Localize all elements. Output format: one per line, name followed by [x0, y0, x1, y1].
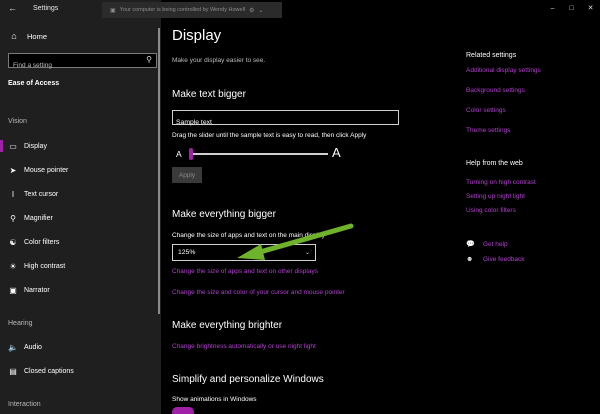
search-box[interactable]: ⚲: [8, 53, 157, 72]
main-content: Display Make your display easier to see.…: [161, 0, 600, 414]
sidebar-item-audio[interactable]: 🔈 Audio: [0, 338, 157, 356]
help-link[interactable]: Setting up night light: [466, 193, 525, 200]
sidebar-item-label: Audio: [24, 343, 42, 351]
page-subtitle: Make your display easier to see.: [172, 57, 266, 64]
sidebar-item-label: Display: [24, 142, 47, 150]
related-link[interactable]: Additional display settings: [466, 67, 541, 74]
sidebar-item-display[interactable]: ▭ Display: [0, 137, 157, 155]
color-filters-icon: ☯: [9, 237, 17, 247]
get-help-label: Get help: [483, 240, 508, 248]
sidebar-item-text-cursor[interactable]: I Text cursor: [0, 185, 157, 203]
everything-bigger-heading: Make everything bigger: [172, 209, 276, 220]
sidebar-item-label: Color filters: [24, 238, 60, 246]
closed-captions-icon: ▤: [9, 366, 17, 376]
back-arrow-icon[interactable]: ←: [8, 3, 17, 13]
slider-min-label: A: [176, 149, 182, 159]
sidebar-item-narrator[interactable]: ▣ Narrator: [0, 281, 157, 299]
sidebar-item-magnifier[interactable]: ⚲ Magnifier: [0, 209, 157, 227]
sidebar-item-label: Magnifier: [24, 214, 53, 222]
animations-label: Show animations in Windows: [172, 396, 257, 403]
chat-bubble-icon: 💬: [466, 241, 475, 248]
group-label-vision: Vision: [8, 118, 27, 125]
group-label-interaction: Interaction: [8, 401, 41, 408]
sidebar-item-color-filters[interactable]: ☯ Color filters: [0, 233, 157, 251]
brightness-link[interactable]: Change brightness automatically or use n…: [172, 343, 316, 350]
home-nav-item[interactable]: ⌂ Home: [8, 31, 47, 41]
help-link[interactable]: Turning on high contrast: [466, 179, 536, 186]
mouse-pointer-icon: ➤: [9, 165, 17, 175]
help-link[interactable]: Using color filters: [466, 207, 516, 214]
sidebar-item-label: High contrast: [24, 262, 66, 270]
slider-instruction: Drag the slider until the sample text is…: [172, 132, 367, 139]
related-link[interactable]: Background settings: [466, 87, 525, 94]
sidebar-item-label: Closed captions: [24, 367, 74, 375]
animations-toggle[interactable]: [172, 407, 194, 414]
get-help-link[interactable]: 💬 Get help: [466, 240, 508, 249]
sidebar: ← Settings ⌂ Home ⚲ Ease of Access Visio…: [0, 0, 161, 414]
magnifier-icon: ⚲: [10, 213, 16, 223]
section-title: Ease of Access: [8, 80, 60, 87]
feedback-icon: ☻: [466, 256, 474, 263]
sidebar-item-closed-captions[interactable]: ▤ Closed captions: [0, 362, 157, 380]
audio-icon: 🔈: [8, 342, 18, 352]
search-input[interactable]: [9, 59, 135, 72]
everything-brighter-heading: Make everything brighter: [172, 320, 283, 331]
slider-max-label: A: [332, 145, 341, 160]
sidebar-item-high-contrast[interactable]: ☀ High contrast: [0, 257, 157, 275]
slider-thumb[interactable]: [189, 148, 193, 160]
high-contrast-icon: ☀: [9, 261, 17, 271]
sample-text-field[interactable]: [173, 116, 398, 129]
cursor-size-link[interactable]: Change the size and color of your cursor…: [172, 289, 345, 296]
give-feedback-link[interactable]: ☻ Give feedback: [466, 256, 525, 263]
sidebar-item-label: Narrator: [24, 286, 50, 294]
app-title: Settings: [33, 5, 59, 12]
text-bigger-heading: Make text bigger: [172, 89, 246, 100]
simplify-heading: Simplify and personalize Windows: [172, 374, 324, 385]
sidebar-scrollbar[interactable]: [158, 28, 160, 314]
apply-button[interactable]: Apply: [172, 167, 202, 183]
scale-value: 125%: [178, 249, 196, 256]
display-icon: ▭: [9, 141, 17, 151]
give-feedback-label: Give feedback: [483, 256, 525, 263]
sidebar-item-mouse-pointer[interactable]: ➤ Mouse pointer: [0, 161, 157, 179]
text-cursor-icon: I: [11, 189, 15, 199]
remote-screen-icon: ▣: [110, 7, 116, 14]
narrator-icon: ▣: [9, 285, 17, 295]
group-label-hearing: Hearing: [8, 320, 33, 327]
page-title: Display: [172, 27, 222, 44]
related-link[interactable]: Color settings: [466, 107, 506, 114]
home-label: Home: [27, 31, 48, 41]
sidebar-item-label: Text cursor: [24, 190, 59, 198]
other-displays-link[interactable]: Change the size of apps and text on othe…: [172, 268, 318, 275]
annotation-arrow-icon: [237, 223, 354, 260]
text-size-slider[interactable]: [189, 148, 328, 160]
related-link[interactable]: Theme settings: [466, 127, 510, 134]
related-settings-heading: Related settings: [466, 52, 517, 59]
sample-text-box[interactable]: [172, 110, 399, 129]
sidebar-item-label: Mouse pointer: [24, 166, 69, 174]
help-heading: Help from the web: [466, 160, 523, 167]
home-icon: ⌂: [11, 31, 17, 41]
search-icon[interactable]: ⚲: [146, 55, 152, 64]
